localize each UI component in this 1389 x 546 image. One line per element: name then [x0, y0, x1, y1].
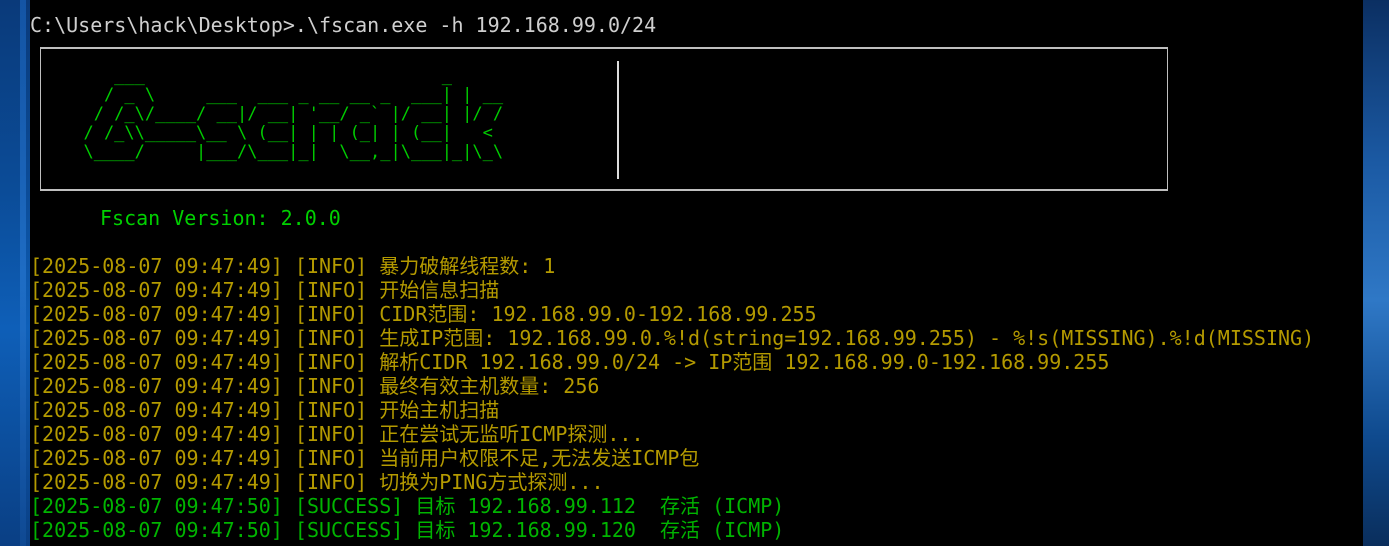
log-timestamp: [2025-08-07 09:47:49] [30, 422, 283, 446]
command-text: .\fscan.exe -h 192.168.99.0/24 [294, 13, 657, 37]
log-line: [2025-08-07 09:47:49] [INFO] 生成IP范围: 192… [30, 326, 1314, 350]
log-timestamp: [2025-08-07 09:47:50] [30, 494, 283, 518]
command-line: C:\Users\hack\Desktop>.\fscan.exe -h 192… [30, 13, 656, 37]
log-level: [SUCCESS] [294, 518, 404, 542]
log-message: 目标 192.168.99.112 存活 (ICMP) [415, 494, 785, 518]
log-level: [INFO] [294, 350, 368, 374]
terminal-window[interactable]: C:\Users\hack\Desktop>.\fscan.exe -h 192… [30, 0, 1363, 546]
log-message: 当前用户权限不足,无法发送ICMP包 [379, 446, 700, 470]
log-timestamp: [2025-08-07 09:47:49] [30, 254, 283, 278]
log-timestamp: [2025-08-07 09:47:49] [30, 446, 283, 470]
log-level: [INFO] [294, 446, 368, 470]
log-timestamp: [2025-08-07 09:47:49] [30, 302, 283, 326]
log-line: [2025-08-07 09:47:49] [INFO] 暴力破解线程数: 1 [30, 254, 555, 278]
log-timestamp: [2025-08-07 09:47:49] [30, 350, 283, 374]
log-level: [INFO] [294, 254, 368, 278]
log-line: [2025-08-07 09:47:49] [INFO] 正在尝试无监听ICMP… [30, 422, 644, 446]
log-timestamp: [2025-08-07 09:47:49] [30, 326, 283, 350]
prompt: C:\Users\hack\Desktop> [30, 13, 295, 37]
log-line: [2025-08-07 09:47:49] [INFO] 最终有效主机数量: 2… [30, 374, 599, 398]
log-level: [INFO] [294, 326, 368, 350]
log-level: [INFO] [294, 302, 368, 326]
log-level: [INFO] [294, 374, 368, 398]
log-timestamp: [2025-08-07 09:47:50] [30, 518, 283, 542]
log-timestamp: [2025-08-07 09:47:49] [30, 374, 283, 398]
log-timestamp: [2025-08-07 09:47:49] [30, 470, 283, 494]
log-message: 目标 192.168.99.120 存活 (ICMP) [415, 518, 785, 542]
version-text: Fscan Version: 2.0.0 [100, 206, 341, 230]
desktop-wallpaper-left [0, 0, 30, 546]
log-message: 正在尝试无监听ICMP探测... [379, 422, 644, 446]
log-message: 生成IP范围: 192.168.99.0.%!d(string=192.168.… [379, 326, 1315, 350]
banner-box: ___ _ / _ \ ___ ___ _ __ __ _ ___| | __ … [40, 47, 1168, 191]
log-message: 暴力破解线程数: 1 [379, 254, 556, 278]
log-message: CIDR范围: 192.168.99.0-192.168.99.255 [379, 302, 817, 326]
screen: C:\Users\hack\Desktop>.\fscan.exe -h 192… [0, 0, 1389, 546]
log-level: [SUCCESS] [294, 494, 404, 518]
log-level: [INFO] [294, 398, 368, 422]
desktop-wallpaper-right [1363, 0, 1389, 546]
log-line: [2025-08-07 09:47:49] [INFO] 开始信息扫描 [30, 278, 499, 302]
log-line: [2025-08-07 09:47:49] [INFO] 切换为PING方式探测… [30, 470, 604, 494]
log-message: 解析CIDR 192.168.99.0/24 -> IP范围 192.168.9… [379, 350, 1110, 374]
log-message: 开始主机扫描 [379, 398, 500, 422]
log-message: 最终有效主机数量: 256 [379, 374, 600, 398]
log-level: [INFO] [294, 278, 368, 302]
log-timestamp: [2025-08-07 09:47:49] [30, 398, 283, 422]
log-line: [2025-08-07 09:47:49] [INFO] CIDR范围: 192… [30, 302, 817, 326]
log-level: [INFO] [294, 422, 368, 446]
log-message: 切换为PING方式探测... [379, 470, 604, 494]
log-line-success: [2025-08-07 09:47:50] [SUCCESS] 目标 192.1… [30, 494, 784, 518]
log-line: [2025-08-07 09:47:49] [INFO] 开始主机扫描 [30, 398, 499, 422]
log-message: 开始信息扫描 [379, 278, 500, 302]
log-line: [2025-08-07 09:47:49] [INFO] 解析CIDR 192.… [30, 350, 1109, 374]
banner-ascii-art: ___ _ / _ \ ___ ___ _ __ __ _ ___| | __ … [83, 66, 504, 162]
banner-cursor [617, 61, 619, 179]
log-timestamp: [2025-08-07 09:47:49] [30, 278, 283, 302]
log-line: [2025-08-07 09:47:49] [INFO] 当前用户权限不足,无法… [30, 446, 699, 470]
log-level: [INFO] [294, 470, 368, 494]
log-line-success: [2025-08-07 09:47:50] [SUCCESS] 目标 192.1… [30, 518, 784, 542]
